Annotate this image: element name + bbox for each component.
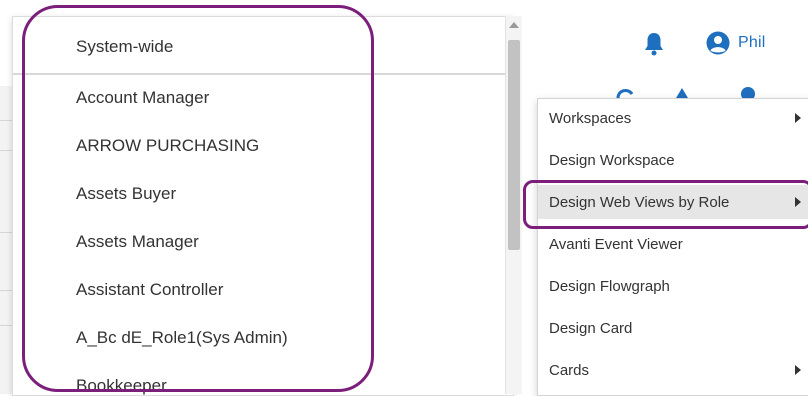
menu-item-label: Design Flowgraph (549, 277, 670, 295)
role-option[interactable]: Assets Buyer (13, 170, 513, 218)
scrollbar[interactable] (505, 16, 522, 394)
menu-item-label: Workspaces (549, 109, 632, 127)
menu-item-workspaces[interactable]: Workspaces (538, 101, 808, 135)
menu-item-cards[interactable]: Cards (538, 353, 808, 387)
menu-item-label: Avanti Event Viewer (549, 235, 683, 253)
role-option[interactable]: Assistant Controller (13, 266, 513, 314)
role-option[interactable]: Assets Manager (13, 218, 513, 266)
chevron-right-icon (795, 197, 801, 207)
scroll-up-icon[interactable] (509, 22, 519, 28)
user-name: Phil (738, 34, 766, 51)
menu-item-label: Design Card (549, 319, 633, 337)
menu-item-avanti-event-viewer[interactable]: Avanti Event Viewer (538, 227, 808, 261)
menu-item-design-flowgraph[interactable]: Design Flowgraph (538, 269, 808, 303)
user-circle-icon (706, 31, 730, 55)
menu-item-label: Cards (549, 361, 590, 379)
menu-item-design-workspace[interactable]: Design Workspace (538, 143, 808, 177)
chevron-right-icon (795, 365, 801, 375)
role-dropdown[interactable]: System-wide Account Manager ARROW PURCHA… (12, 16, 514, 396)
menu-item-label: Design Workspace (549, 151, 675, 169)
role-option[interactable]: Account Manager (13, 74, 513, 122)
role-option-system-wide[interactable]: System-wide (13, 23, 513, 71)
settings-menu: Workspaces Design Workspace Design Web V… (537, 98, 808, 396)
role-option[interactable]: A_Bc dE_Role1(Sys Admin) (13, 314, 513, 362)
menu-item-label: Design Web Views by Role (549, 193, 730, 211)
menu-item-design-card[interactable]: Design Card (538, 311, 808, 345)
toolbar-icons-background (600, 80, 800, 101)
user-menu[interactable]: Phil (706, 28, 765, 58)
role-option[interactable]: Bookkeeper (13, 362, 513, 395)
chevron-right-icon (795, 113, 801, 123)
role-option[interactable]: ARROW PURCHASING (13, 122, 513, 170)
bell-icon[interactable] (640, 30, 668, 58)
scroll-thumb[interactable] (508, 40, 520, 250)
menu-item-design-web-views-by-role[interactable]: Design Web Views by Role (538, 185, 808, 219)
